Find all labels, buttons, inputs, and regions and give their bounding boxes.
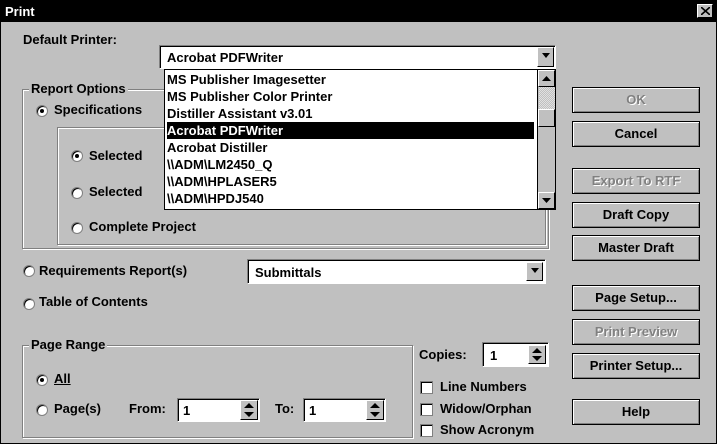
- copies-label: Copies:: [419, 347, 467, 362]
- help-button[interactable]: Help: [572, 399, 700, 425]
- window-title: Print: [5, 4, 35, 19]
- printer-option[interactable]: Distiller Assistant v3.01: [167, 105, 312, 122]
- scroll-down-button[interactable]: [538, 192, 555, 209]
- printer-option[interactable]: \\ADM\LM2450_Q: [167, 156, 272, 173]
- scroll-track[interactable]: [539, 87, 555, 109]
- default-printer-label: Default Printer:: [23, 32, 117, 47]
- ok-button[interactable]: OK: [572, 87, 700, 113]
- requirements-dropdown-button[interactable]: [526, 262, 543, 281]
- selected-label-2: Selected: [89, 184, 143, 199]
- printer-setup-button[interactable]: Printer Setup...: [572, 353, 700, 379]
- close-icon: [701, 7, 710, 15]
- default-printer-dropdown-button[interactable]: [537, 47, 554, 67]
- dropdown-arrow-icon: [531, 268, 539, 273]
- from-label: From:: [129, 401, 166, 416]
- page-setup-button[interactable]: Page Setup...: [572, 285, 700, 311]
- specifications-radio[interactable]: [36, 105, 48, 117]
- printer-option[interactable]: \\ADM\HPDJ540: [167, 190, 264, 207]
- requirements-radio[interactable]: [23, 265, 35, 277]
- printer-option[interactable]: MS Publisher Color Printer: [167, 88, 332, 105]
- line-numbers-label: Line Numbers: [440, 379, 527, 394]
- dropdown-scrollbar[interactable]: [537, 70, 555, 209]
- to-spin-button[interactable]: [366, 400, 384, 420]
- specifications-label: Specifications: [54, 102, 143, 117]
- print-dialog: Print Default Printer: Acrobat PDFWriter…: [0, 0, 717, 444]
- scroll-up-icon: [542, 76, 551, 81]
- requirements-value: Submittals: [255, 265, 322, 280]
- widow-orphan-checkbox[interactable]: [420, 403, 433, 416]
- from-spin-button[interactable]: [240, 400, 258, 420]
- default-printer-value: Acrobat PDFWriter: [167, 50, 284, 65]
- printer-option[interactable]: \\ADM\HPLASER5: [167, 173, 277, 190]
- printer-dropdown-list[interactable]: MS Publisher Imagesetter MS Publisher Co…: [164, 69, 556, 210]
- printer-option-selected[interactable]: Acrobat PDFWriter: [167, 122, 534, 139]
- from-input[interactable]: 1: [177, 398, 260, 422]
- default-printer-combo[interactable]: Acrobat PDFWriter: [159, 45, 556, 69]
- export-rtf-button[interactable]: Export To RTF: [572, 168, 700, 194]
- copies-input[interactable]: 1: [482, 342, 549, 367]
- scroll-down-icon: [542, 198, 551, 203]
- to-input[interactable]: 1: [303, 398, 386, 422]
- report-options-title: Report Options: [29, 81, 128, 96]
- to-value: 1: [309, 403, 317, 418]
- complete-project-label: Complete Project: [89, 219, 196, 234]
- all-radio[interactable]: [36, 374, 48, 386]
- spin-arrows-icon: [370, 403, 380, 417]
- title-bar: Print: [1, 1, 716, 22]
- line-numbers-checkbox[interactable]: [420, 381, 433, 394]
- requirements-combo[interactable]: Submittals: [247, 259, 546, 284]
- page-range-title: Page Range: [29, 337, 108, 352]
- from-value: 1: [183, 403, 191, 418]
- print-preview-button[interactable]: Print Preview: [572, 319, 700, 345]
- selected-radio-1[interactable]: [71, 150, 83, 162]
- complete-project-radio[interactable]: [71, 222, 83, 234]
- scroll-thumb[interactable]: [538, 109, 555, 127]
- copies-value: 1: [490, 348, 498, 363]
- draft-copy-button[interactable]: Draft Copy: [572, 202, 700, 228]
- toc-radio[interactable]: [23, 298, 35, 310]
- spin-arrows-icon: [532, 348, 542, 361]
- selected-label-1: Selected: [89, 148, 143, 163]
- to-label: To:: [275, 401, 295, 416]
- master-draft-button[interactable]: Master Draft: [572, 235, 700, 261]
- dropdown-arrow-icon: [542, 53, 550, 58]
- selected-radio-2[interactable]: [71, 187, 83, 199]
- show-acronym-label: Show Acronym: [440, 422, 535, 437]
- pages-radio[interactable]: [36, 404, 48, 416]
- copies-spin-button[interactable]: [528, 345, 546, 364]
- show-acronym-checkbox[interactable]: [420, 424, 433, 437]
- toc-label: Table of Contents: [39, 294, 148, 309]
- cancel-button[interactable]: Cancel: [572, 121, 700, 147]
- printer-option[interactable]: Acrobat Distiller: [167, 139, 267, 156]
- page-range-group: Page Range: [22, 337, 413, 438]
- scroll-up-button[interactable]: [538, 70, 555, 87]
- close-button[interactable]: [697, 4, 713, 18]
- widow-orphan-label: Widow/Orphan: [440, 401, 532, 416]
- requirements-label: Requirements Report(s): [39, 263, 188, 278]
- printer-option[interactable]: MS Publisher Imagesetter: [167, 71, 326, 88]
- pages-label: Page(s): [54, 401, 101, 416]
- all-label: All: [54, 371, 71, 386]
- spin-arrows-icon: [244, 403, 254, 417]
